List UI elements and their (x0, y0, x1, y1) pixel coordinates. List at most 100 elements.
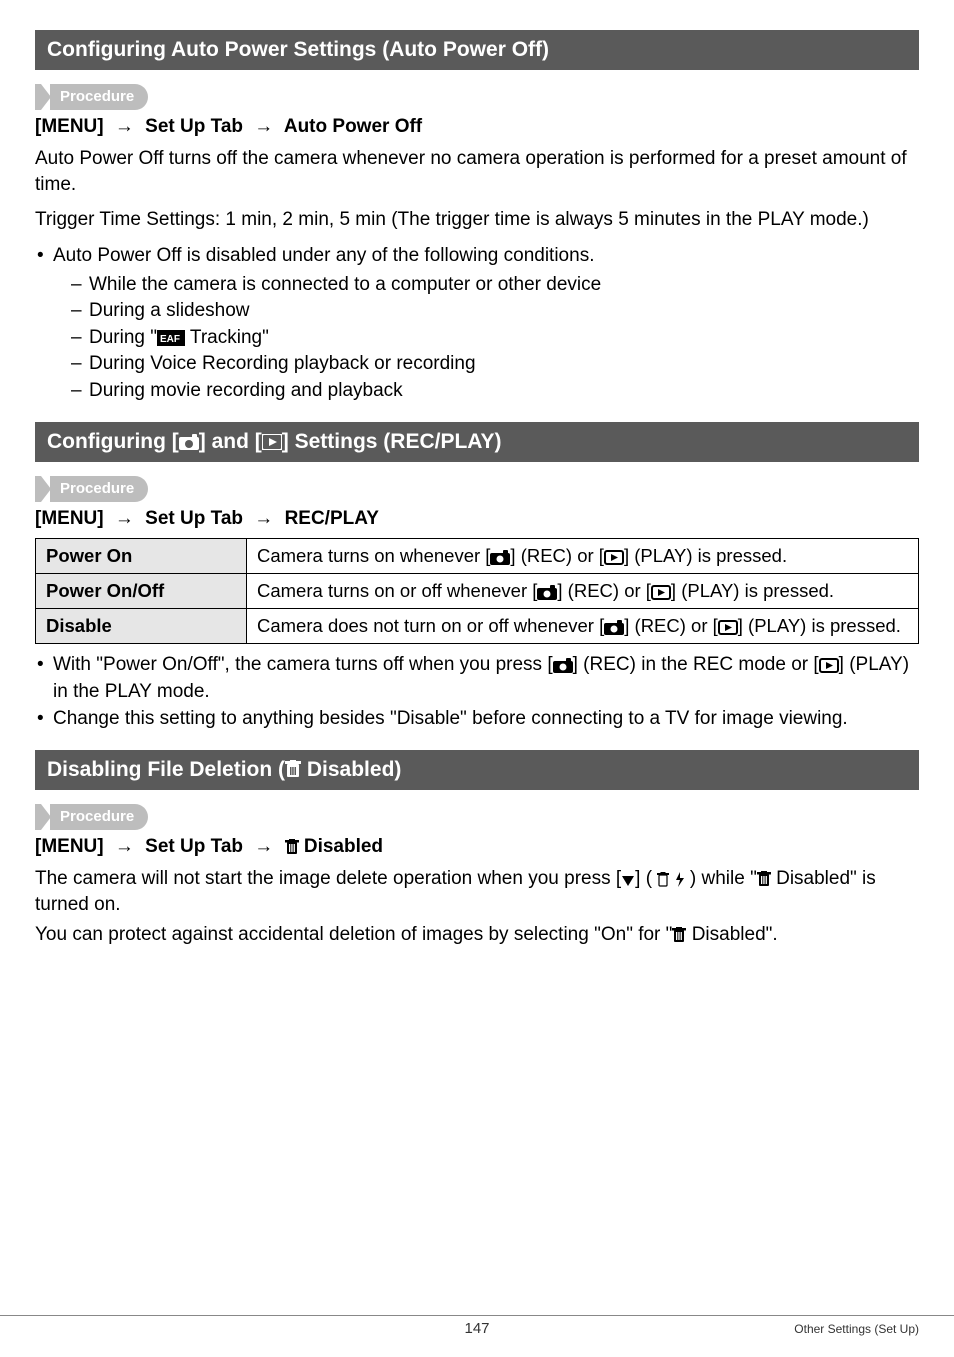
list-item: With "Power On/Off", the camera turns of… (35, 652, 919, 705)
arrow-icon: → (254, 116, 273, 138)
heading-rec-play: Configuring [ ] and [ ] Settings (REC/PLAY… (35, 422, 919, 462)
paragraph-text: ] ( (635, 868, 657, 889)
menu-path-segment: [MENU] (35, 836, 104, 857)
menu-path-segment: Disabled (299, 836, 383, 857)
procedure-tag: Procedure (35, 804, 919, 830)
trash-icon (285, 760, 301, 778)
table-row: Disable Camera does not turn on or off w… (36, 609, 919, 644)
procedure-tag: Procedure (35, 84, 919, 110)
list-item-text: While the camera is connected to a compu… (89, 274, 601, 295)
arrow-icon: → (115, 116, 134, 138)
cell-text: ] (REC) or [ (510, 545, 604, 566)
paragraph-text: The camera will not start the image dele… (35, 868, 621, 889)
bullet-list: With "Power On/Off", the camera turns of… (35, 652, 919, 732)
list-item-text: Change this setting to anything besides … (53, 708, 848, 729)
menu-path-rec-play: [MENU] → Set Up Tab → REC/PLAY (35, 508, 919, 530)
rec-camera-icon (490, 550, 510, 565)
rec-camera-icon (179, 434, 199, 450)
cell-text: ] (PLAY) is pressed. (624, 545, 787, 566)
arrow-icon: → (254, 508, 273, 530)
table-row: Power On Camera turns on whenever [ ] (RE… (36, 539, 919, 574)
bullet-list: Auto Power Off is disabled under any of … (35, 243, 919, 405)
down-triangle-icon (621, 875, 635, 887)
procedure-tag: Procedure (35, 476, 919, 502)
cell-text: Camera does not turn on or off whenever … (257, 615, 604, 636)
menu-path-segment: Set Up Tab (145, 836, 243, 857)
list-item: During "EAF Tracking" (71, 325, 919, 352)
menu-path-segment: Set Up Tab (145, 508, 243, 529)
cell-text: Camera turns on whenever [ (257, 545, 490, 566)
play-icon (718, 620, 738, 635)
table-row-value: Camera does not turn on or off whenever … (247, 609, 919, 644)
play-icon (604, 550, 624, 565)
play-icon (262, 434, 282, 450)
rec-camera-icon (604, 620, 624, 635)
body-paragraph: Auto Power Off turns off the camera when… (35, 146, 919, 197)
list-item-text: During a slideshow (89, 300, 250, 321)
menu-path-segment: [MENU] (35, 116, 104, 137)
list-item-text: During Voice Recording playback or recor… (89, 353, 476, 374)
cell-text: ] (REC) or [ (624, 615, 718, 636)
dash-list: While the camera is connected to a compu… (71, 272, 919, 405)
paragraph-text: ) while " (685, 868, 757, 889)
table-row-label: Power On (36, 539, 247, 574)
heading-text: Configuring Auto Power Settings (Auto Po… (47, 38, 549, 61)
cell-text: Camera turns on or off whenever [ (257, 580, 537, 601)
list-item: During Voice Recording playback or recor… (71, 351, 919, 378)
menu-path-segment: Auto Power Off (284, 116, 422, 137)
procedure-label: Procedure (50, 476, 148, 502)
cell-text: ] (PLAY) is pressed. (738, 615, 901, 636)
menu-path-segment: Set Up Tab (145, 116, 243, 137)
body-paragraph: Trigger Time Settings: 1 min, 2 min, 5 m… (35, 207, 919, 233)
list-item-text: ] (REC) in the REC mode or [ (573, 654, 819, 675)
heading-text: Configuring [ (47, 430, 179, 453)
list-item: During a slideshow (71, 298, 919, 325)
heading-text: ] Settings (REC/PLAY) (282, 430, 502, 453)
heading-text: Disabled) (301, 758, 401, 781)
trash-outline-icon (657, 872, 669, 887)
paragraph-text: You can protect against accidental delet… (35, 924, 672, 945)
list-item: While the camera is connected to a compu… (71, 272, 919, 299)
footer-section-label: Other Settings (Set Up) (794, 1322, 919, 1336)
body-paragraph: The camera will not start the image dele… (35, 866, 919, 917)
list-item: During movie recording and playback (71, 378, 919, 405)
play-icon (651, 585, 671, 600)
menu-path-segment: REC/PLAY (285, 508, 379, 529)
trash-icon (285, 839, 299, 855)
page-number: 147 (35, 1320, 919, 1337)
menu-path-auto-power-off: [MENU] → Set Up Tab → Auto Power Off (35, 116, 919, 138)
trash-icon (757, 871, 771, 887)
heading-text: Disabling File Deletion ( (47, 758, 285, 781)
table-row: Power On/Off Camera turns on or off when… (36, 574, 919, 609)
table-row-value: Camera turns on or off whenever [ ] (REC)… (247, 574, 919, 609)
arrow-icon: → (115, 836, 134, 858)
cell-text: ] (REC) or [ (557, 580, 651, 601)
list-item: Change this setting to anything besides … (35, 706, 919, 733)
table-row-label: Disable (36, 609, 247, 644)
list-item: Auto Power Off is disabled under any of … (35, 243, 919, 405)
page-footer: 147 Other Settings (Set Up) (0, 1315, 954, 1337)
flash-icon (675, 872, 685, 887)
paragraph-text: Disabled". (686, 924, 777, 945)
list-item-text: During " (89, 327, 157, 348)
procedure-label: Procedure (50, 804, 148, 830)
list-item-text: During movie recording and playback (89, 380, 403, 401)
body-paragraph: You can protect against accidental delet… (35, 922, 919, 948)
rec-camera-icon (553, 658, 573, 673)
heading-text: ] and [ (199, 430, 262, 453)
settings-table: Power On Camera turns on whenever [ ] (RE… (35, 538, 919, 644)
list-item-text: With "Power On/Off", the camera turns of… (53, 654, 553, 675)
procedure-label: Procedure (50, 84, 148, 110)
play-icon (819, 658, 839, 673)
list-item-text: Tracking" (185, 327, 269, 348)
svg-text:EAF: EAF (160, 334, 180, 345)
af-tracking-icon: EAF (157, 330, 185, 346)
menu-path-disable-deletion: [MENU] → Set Up Tab → Disabled (35, 836, 919, 858)
heading-disable-file-deletion: Disabling File Deletion ( Disabled) (35, 750, 919, 790)
arrow-icon: → (115, 508, 134, 530)
rec-camera-icon (537, 585, 557, 600)
cell-text: ] (PLAY) is pressed. (671, 580, 834, 601)
heading-auto-power-off: Configuring Auto Power Settings (Auto Po… (35, 30, 919, 70)
menu-path-segment: [MENU] (35, 508, 104, 529)
list-item-text: Auto Power Off is disabled under any of … (53, 245, 594, 266)
